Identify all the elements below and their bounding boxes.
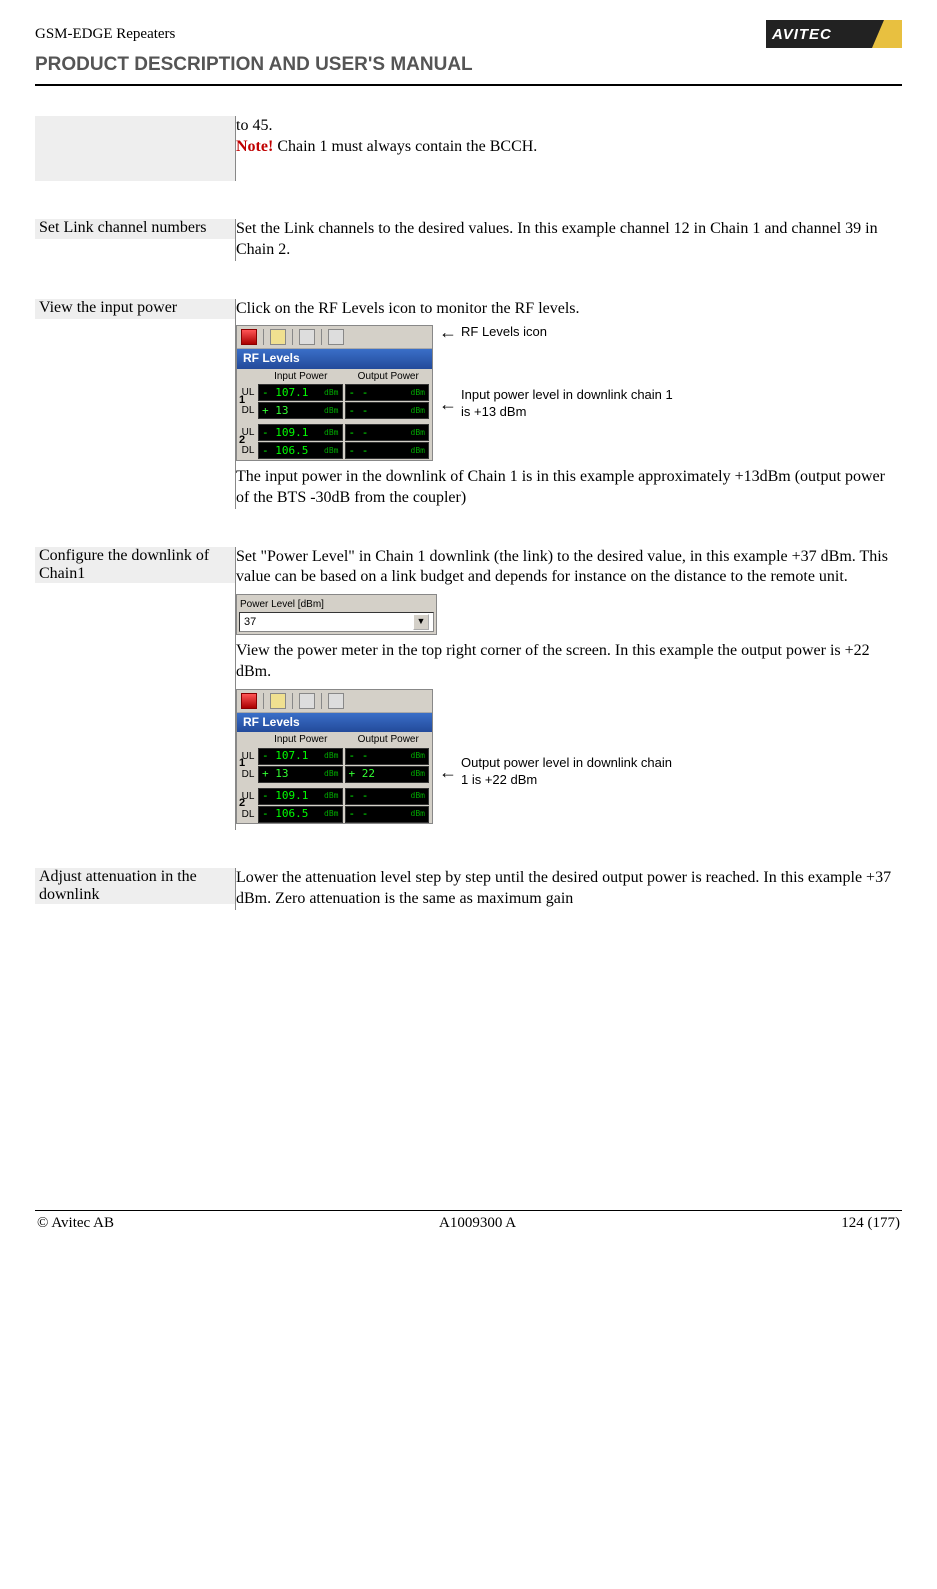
chain-2-label: 2	[239, 796, 245, 810]
logo-swoosh-icon	[872, 20, 902, 48]
arrow-left-icon: ←	[439, 395, 457, 413]
ul2-input-cell: - 109.1dBm	[258, 788, 343, 805]
dl2-input-cell: - 106.5dBm	[258, 806, 343, 823]
toolbar-thermo-icon[interactable]	[299, 329, 315, 345]
ul2-input-cell: - 109.1dBm	[258, 424, 343, 441]
power-level-label: Power Level [dBm]	[239, 597, 434, 612]
power-level-box: Power Level [dBm] 37 ▼	[236, 594, 437, 635]
col-input-power: Input Power	[257, 370, 345, 383]
intro-line1: to 45.	[236, 116, 902, 137]
section-label-configure: Configure the downlink of Chain1	[35, 547, 235, 583]
section-label-view-input: View the input power	[35, 299, 235, 319]
rf-panel-title: RF Levels	[237, 349, 432, 369]
dl1-output-cell: + 22dBm	[345, 766, 430, 783]
brand-logo: AVITEC	[766, 20, 902, 48]
toolbar-stop-icon[interactable]	[241, 329, 257, 345]
ul1-output-cell: - -dBm	[345, 384, 430, 401]
annotation-rf-icon: ← RF Levels icon	[439, 323, 681, 341]
toolbar-stop-icon[interactable]	[241, 693, 257, 709]
footer-right: 124 (177)	[841, 1215, 900, 1232]
footer-left: © Avitec AB	[37, 1215, 114, 1232]
col-output-power: Output Power	[345, 733, 433, 746]
col-input-power: Input Power	[257, 733, 345, 746]
power-level-dropdown[interactable]: 37 ▼	[239, 612, 434, 632]
arrow-left-icon: ←	[439, 323, 457, 341]
dl1-input-cell: + 13dBm	[258, 402, 343, 419]
chain-1-label: 1	[239, 393, 245, 407]
ul2-output-cell: - -dBm	[345, 424, 430, 441]
rf-toolbar	[237, 326, 432, 349]
chain-2-label: 2	[239, 433, 245, 447]
configure-body-mid: View the power meter in the top right co…	[236, 641, 902, 683]
header-divider	[35, 84, 902, 86]
rf-levels-panel: RF Levels Input Power Output Power 1 UL …	[236, 325, 433, 461]
dl2-output-cell: - -dBm	[345, 806, 430, 823]
ul1-input-cell: - 107.1dBm	[258, 748, 343, 765]
ul2-output-cell: - -dBm	[345, 788, 430, 805]
footer-center: A1009300 A	[439, 1215, 516, 1232]
rf-toolbar	[237, 690, 432, 713]
doc-subtitle: PRODUCT DESCRIPTION AND USER'S MANUAL	[35, 54, 902, 76]
adjust-body: Lower the attenuation level step by step…	[236, 868, 902, 910]
rf-panel-title: RF Levels	[237, 713, 432, 733]
annotation-output-power: ← Output power level in downlink chain 1…	[439, 755, 681, 789]
toolbar-rflevels-icon[interactable]	[328, 329, 344, 345]
set-link-body: Set the Link channels to the desired val…	[236, 219, 902, 261]
rf-levels-panel-2: RF Levels Input Power Output Power 1 UL …	[236, 689, 433, 825]
annotation-input-power: ← Input power level in downlink chain 1 …	[439, 387, 681, 421]
logo-text: AVITEC	[772, 26, 832, 43]
toolbar-status-icon[interactable]	[270, 329, 286, 345]
section-label-set-link: Set Link channel numbers	[35, 219, 235, 239]
view-input-bottom: The input power in the downlink of Chain…	[236, 467, 902, 509]
section-label-blank	[35, 116, 235, 181]
product-line: GSM-EDGE Repeaters	[35, 26, 175, 43]
configure-body-top: Set "Power Level" in Chain 1 downlink (t…	[236, 547, 902, 589]
rf-headers: Input Power Output Power	[237, 369, 432, 384]
col-output-power: Output Power	[345, 370, 433, 383]
ul1-input-cell: - 107.1dBm	[258, 384, 343, 401]
chevron-down-icon[interactable]: ▼	[413, 614, 429, 630]
toolbar-rflevels-icon[interactable]	[328, 693, 344, 709]
section-label-adjust: Adjust attenuation in the downlink	[35, 868, 235, 904]
chain-1-label: 1	[239, 756, 245, 770]
dl1-input-cell: + 13dBm	[258, 766, 343, 783]
footer-divider	[35, 1210, 902, 1211]
dl2-input-cell: - 106.5dBm	[258, 442, 343, 459]
dl2-output-cell: - -dBm	[345, 442, 430, 459]
dl1-output-cell: - -dBm	[345, 402, 430, 419]
view-input-top: Click on the RF Levels icon to monitor t…	[236, 299, 902, 320]
rf-headers: Input Power Output Power	[237, 732, 432, 747]
power-level-value: 37	[244, 615, 256, 629]
intro-note: Note! Chain 1 must always contain the BC…	[236, 137, 902, 158]
ul1-output-cell: - -dBm	[345, 748, 430, 765]
arrow-left-icon: ←	[439, 763, 457, 781]
note-label: Note!	[236, 138, 273, 155]
note-text: Chain 1 must always contain the BCCH.	[273, 138, 537, 155]
toolbar-status-icon[interactable]	[270, 693, 286, 709]
toolbar-thermo-icon[interactable]	[299, 693, 315, 709]
